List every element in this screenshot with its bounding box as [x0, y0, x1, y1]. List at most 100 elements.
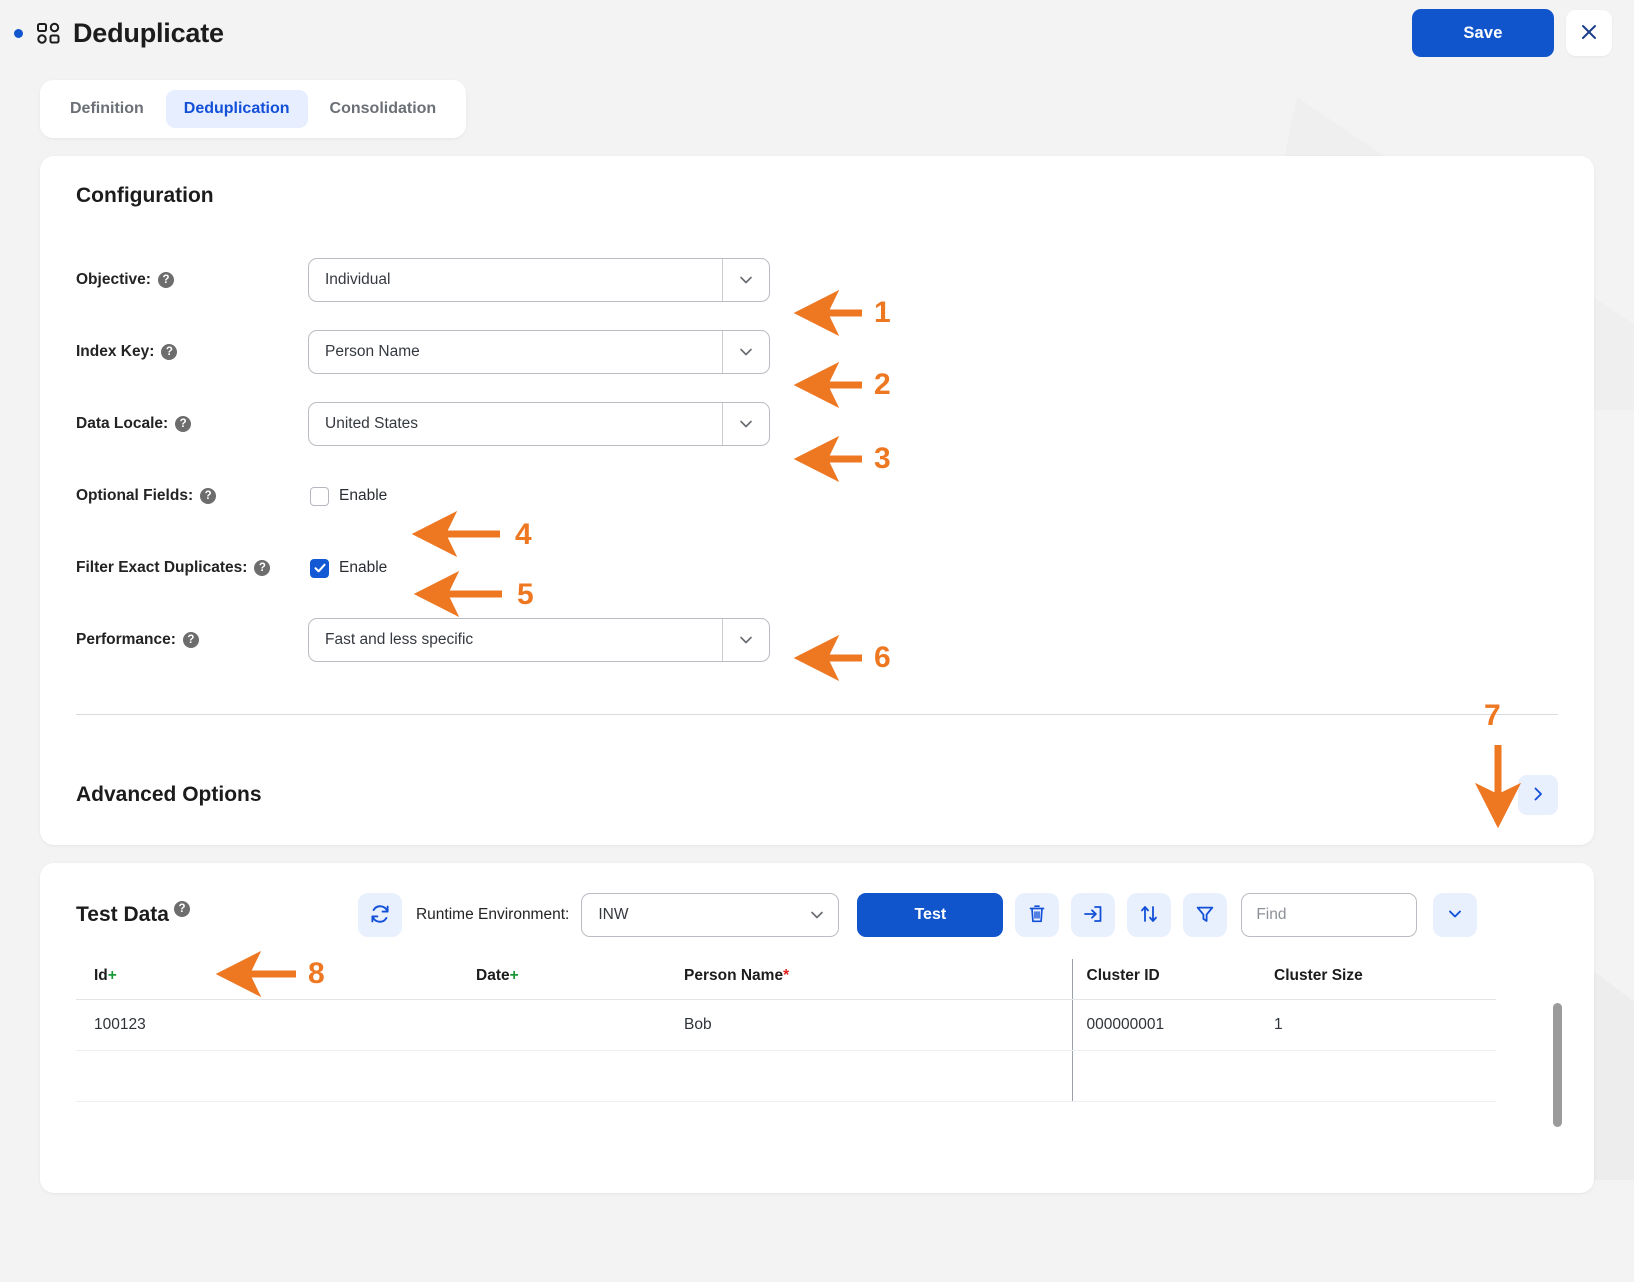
runtime-environment-value: INW [598, 906, 629, 923]
section-divider [76, 714, 1558, 715]
performance-label: Performance: [76, 631, 176, 648]
filter-exact-duplicates-checkbox-group: Enable [308, 558, 388, 578]
objective-select[interactable]: Individual [308, 258, 770, 302]
import-icon [1082, 903, 1104, 928]
form-row-objective: Objective: ? Individual [76, 244, 1558, 316]
column-header-cluster-id[interactable]: Cluster ID [1071, 959, 1274, 1000]
annotation-number-1: 1 [874, 296, 891, 329]
runtime-environment-label: Runtime Environment: [415, 906, 570, 923]
refresh-icon [369, 903, 391, 928]
delete-button[interactable] [1015, 893, 1060, 937]
cell-cluster-size: 1 [1274, 999, 1496, 1051]
sort-icon [1138, 903, 1160, 928]
cell-empty [476, 1050, 684, 1102]
status-dot-icon [14, 28, 23, 38]
table-row[interactable]: 100123 Bob 000000001 1 [76, 999, 1496, 1051]
chevron-down-icon [722, 331, 769, 373]
annotation-number-3: 3 [874, 442, 891, 475]
test-button[interactable]: Test [857, 893, 1004, 937]
cell-person-name[interactable]: Bob [684, 999, 1072, 1051]
configuration-title: Configuration [76, 184, 214, 207]
cell-id[interactable]: 100123 [76, 999, 476, 1051]
index-key-value: Person Name [325, 343, 420, 360]
index-key-select[interactable]: Person Name [308, 330, 770, 374]
column-plus-marker: + [509, 967, 519, 984]
cell-cluster-id: 000000001 [1071, 999, 1274, 1051]
chevron-down-icon [1446, 905, 1464, 926]
help-icon[interactable]: ? [254, 560, 271, 576]
column-header-person-name[interactable]: Person Name* [684, 959, 1072, 1000]
column-label: Id [94, 967, 108, 984]
filter-exact-duplicates-checkbox[interactable] [310, 558, 329, 578]
data-locale-select[interactable]: United States [308, 402, 770, 446]
form-row-filter-exact-duplicates: Filter Exact Duplicates: ? Enable [76, 532, 1558, 604]
cell-date[interactable] [476, 999, 684, 1051]
tab-consolidation[interactable]: Consolidation [312, 90, 455, 128]
column-required-marker: * [783, 967, 790, 984]
table-row-empty[interactable] [76, 1050, 1496, 1102]
column-label: Cluster Size [1274, 967, 1363, 984]
sort-button[interactable] [1127, 893, 1172, 937]
advanced-options-expand-button[interactable] [1518, 775, 1558, 815]
chevron-down-icon [722, 403, 769, 445]
advanced-options-row: Advanced Options [76, 775, 1558, 815]
tab-deduplication[interactable]: Deduplication [165, 90, 308, 128]
help-icon[interactable]: ? [200, 488, 217, 504]
help-icon[interactable]: ? [157, 272, 174, 288]
test-data-toolbar: Test Data ? Runtime Environment: INW Tes… [76, 889, 1558, 941]
form-row-data-locale: Data Locale: ? United States [76, 388, 1558, 460]
chevron-down-icon [796, 906, 838, 924]
test-data-table-wrapper: Id+ Date+ Person Name* Cluster ID Cluste… [76, 959, 1562, 1127]
help-icon[interactable]: ? [182, 632, 199, 648]
help-icon[interactable]: ? [175, 416, 192, 432]
annotation-number-6: 6 [874, 641, 891, 674]
test-data-title: Test Data ? [76, 901, 190, 927]
performance-select[interactable]: Fast and less specific [308, 618, 770, 662]
table-head: Id+ Date+ Person Name* Cluster ID Cluste… [76, 959, 1496, 1000]
optional-fields-label: Optional Fields: [76, 487, 194, 504]
form-row-optional-fields: Optional Fields: ? Enable [76, 460, 1558, 532]
find-input[interactable] [1241, 893, 1418, 937]
chevron-down-icon [722, 619, 769, 661]
tab-definition[interactable]: Definition [52, 90, 162, 128]
annotation-number-5: 5 [517, 578, 534, 611]
objective-label-group: Objective: ? [76, 271, 308, 289]
column-label: Person Name [684, 967, 784, 984]
delete-icon [1026, 903, 1048, 928]
index-key-label: Index Key: [76, 343, 155, 360]
column-header-cluster-size[interactable]: Cluster Size [1274, 959, 1496, 1000]
optional-fields-checkbox[interactable] [310, 486, 329, 506]
help-icon[interactable]: ? [161, 344, 178, 360]
filter-exact-duplicates-checkbox-label: Enable [339, 559, 388, 576]
chevron-down-icon [722, 259, 769, 301]
test-data-expand-button[interactable] [1433, 893, 1478, 937]
import-button[interactable] [1071, 893, 1116, 937]
grid-apps-icon [35, 20, 61, 46]
annotation-number-4: 4 [515, 518, 532, 551]
table-vertical-scrollbar[interactable] [1553, 1003, 1562, 1127]
runtime-environment-select[interactable]: INW [581, 893, 840, 937]
chevron-right-icon [1529, 785, 1547, 806]
help-icon[interactable]: ? [173, 901, 190, 917]
save-button[interactable]: Save [1412, 9, 1554, 57]
test-data-table: Id+ Date+ Person Name* Cluster ID Cluste… [76, 959, 1496, 1102]
tab-bar: Definition Deduplication Consolidation [40, 80, 467, 138]
data-locale-value: United States [325, 415, 419, 432]
close-button[interactable] [1566, 10, 1612, 56]
optional-fields-checkbox-group: Enable [308, 486, 387, 506]
column-header-date[interactable]: Date+ [476, 959, 684, 1000]
performance-value: Fast and less specific [325, 631, 474, 648]
annotation-number-2: 2 [874, 368, 891, 401]
index-key-label-group: Index Key: ? [76, 343, 308, 361]
objective-label: Objective: [76, 271, 151, 288]
filter-button[interactable] [1183, 893, 1228, 937]
form-row-index-key: Index Key: ? Person Name [76, 316, 1558, 388]
cell-empty [76, 1050, 476, 1102]
close-icon [1579, 22, 1599, 45]
column-plus-marker: + [107, 967, 117, 984]
refresh-button[interactable] [357, 893, 402, 937]
column-header-id[interactable]: Id+ [76, 959, 476, 1000]
cell-empty [1274, 1050, 1496, 1102]
filter-icon [1194, 903, 1216, 928]
performance-label-group: Performance: ? [76, 631, 308, 649]
